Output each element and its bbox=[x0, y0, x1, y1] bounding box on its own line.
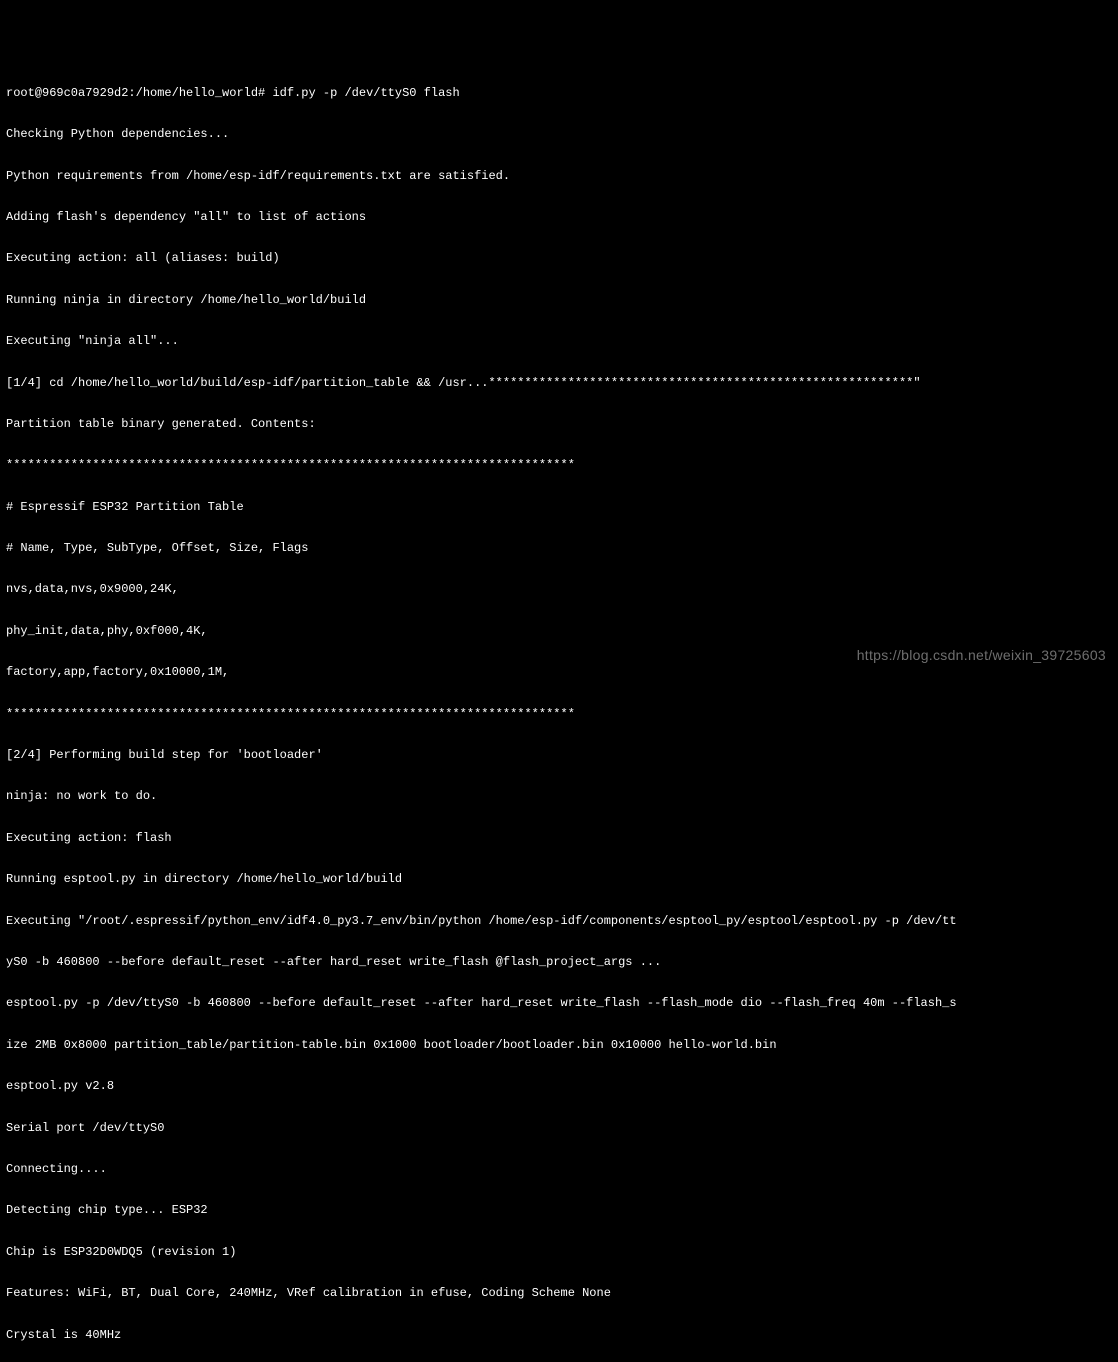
output-line: # Name, Type, SubType, Offset, Size, Fla… bbox=[6, 542, 1112, 556]
output-line: esptool.py v2.8 bbox=[6, 1080, 1112, 1094]
output-line: Running esptool.py in directory /home/he… bbox=[6, 873, 1112, 887]
output-line: Python requirements from /home/esp-idf/r… bbox=[6, 170, 1112, 184]
output-line: phy_init,data,phy,0xf000,4K, bbox=[6, 625, 1112, 639]
output-line: Executing action: flash bbox=[6, 832, 1112, 846]
watermark-text: https://blog.csdn.net/weixin_39725603 bbox=[857, 647, 1106, 663]
terminal-output[interactable]: root@969c0a7929d2:/home/hello_world# idf… bbox=[6, 59, 1112, 1362]
output-line: Executing "/root/.espressif/python_env/i… bbox=[6, 915, 1112, 929]
output-line: # Espressif ESP32 Partition Table bbox=[6, 501, 1112, 515]
output-line: Features: WiFi, BT, Dual Core, 240MHz, V… bbox=[6, 1287, 1112, 1301]
output-line: Partition table binary generated. Conten… bbox=[6, 418, 1112, 432]
output-line: Connecting.... bbox=[6, 1163, 1112, 1177]
output-line: Checking Python dependencies... bbox=[6, 128, 1112, 142]
output-line: factory,app,factory,0x10000,1M, bbox=[6, 666, 1112, 680]
output-line: Running ninja in directory /home/hello_w… bbox=[6, 294, 1112, 308]
shell-prompt: root@969c0a7929d2:/home/hello_world# bbox=[6, 86, 272, 100]
command-text: idf.py -p /dev/ttyS0 flash bbox=[272, 86, 459, 100]
output-line: Chip is ESP32D0WDQ5 (revision 1) bbox=[6, 1246, 1112, 1260]
output-line: Detecting chip type... ESP32 bbox=[6, 1204, 1112, 1218]
output-line: ninja: no work to do. bbox=[6, 790, 1112, 804]
output-line: Executing "ninja all"... bbox=[6, 335, 1112, 349]
output-line: Crystal is 40MHz bbox=[6, 1329, 1112, 1343]
output-line: yS0 -b 460800 --before default_reset --a… bbox=[6, 956, 1112, 970]
output-line: Adding flash's dependency "all" to list … bbox=[6, 211, 1112, 225]
command-line: root@969c0a7929d2:/home/hello_world# idf… bbox=[6, 87, 1112, 101]
output-line: ****************************************… bbox=[6, 459, 1112, 473]
output-line: ize 2MB 0x8000 partition_table/partition… bbox=[6, 1039, 1112, 1053]
output-line: ****************************************… bbox=[6, 708, 1112, 722]
output-line: Serial port /dev/ttyS0 bbox=[6, 1122, 1112, 1136]
output-line: [1/4] cd /home/hello_world/build/esp-idf… bbox=[6, 377, 1112, 391]
output-line: nvs,data,nvs,0x9000,24K, bbox=[6, 583, 1112, 597]
output-line: [2/4] Performing build step for 'bootloa… bbox=[6, 749, 1112, 763]
output-line: Executing action: all (aliases: build) bbox=[6, 252, 1112, 266]
output-line: esptool.py -p /dev/ttyS0 -b 460800 --bef… bbox=[6, 997, 1112, 1011]
